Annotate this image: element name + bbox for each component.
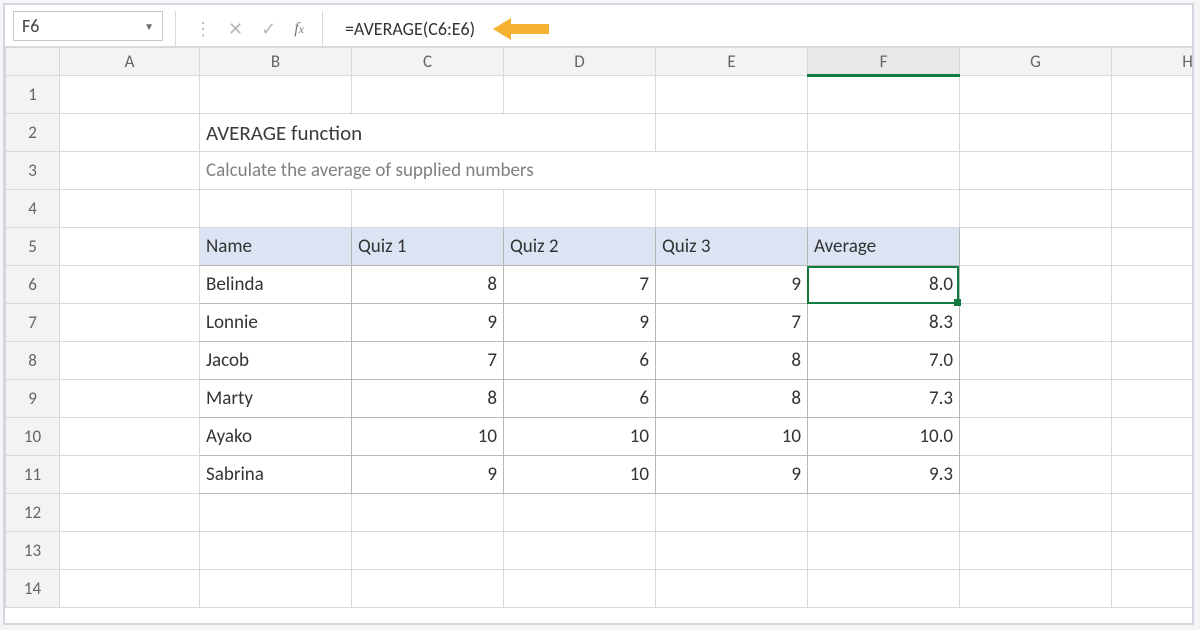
more-icon[interactable]: ⋮ xyxy=(194,18,210,40)
table-header: Quiz 2 xyxy=(504,228,656,266)
table-cell[interactable]: 9.3 xyxy=(808,456,960,494)
table-header: Quiz 3 xyxy=(656,228,808,266)
fx-icon[interactable]: fx xyxy=(294,20,304,38)
table-cell[interactable]: Lonnie xyxy=(200,304,352,342)
table-cell[interactable]: 7 xyxy=(504,266,656,304)
row-header[interactable]: 3 xyxy=(6,152,60,190)
select-all-corner[interactable] xyxy=(6,48,60,76)
row-header[interactable]: 6 xyxy=(6,266,60,304)
table-cell[interactable]: Belinda xyxy=(200,266,352,304)
divider xyxy=(175,11,176,46)
app-frame: F6 ▼ ⋮ ✕ ✓ fx =AVERAGE(C6:E6) xyxy=(3,3,1194,625)
formula-bar: F6 ▼ ⋮ ✕ ✓ fx =AVERAGE(C6:E6) xyxy=(5,5,1192,47)
table-cell[interactable]: 10 xyxy=(656,418,808,456)
table-cell[interactable]: 7 xyxy=(352,342,504,380)
name-box[interactable]: F6 ▼ xyxy=(13,11,163,41)
worksheet[interactable]: A B C D E F G H 1 2 AVERAGE function 3 C… xyxy=(5,47,1192,623)
row-header[interactable]: 14 xyxy=(6,570,60,608)
row-header[interactable]: 12 xyxy=(6,494,60,532)
formula-input[interactable]: =AVERAGE(C6:E6) xyxy=(335,11,549,46)
grid[interactable]: A B C D E F G H 1 2 AVERAGE function 3 C… xyxy=(5,47,1192,608)
col-header-C[interactable]: C xyxy=(352,48,504,76)
table-cell[interactable]: 8 xyxy=(656,380,808,418)
table-cell[interactable]: 9 xyxy=(352,456,504,494)
row-header[interactable]: 10 xyxy=(6,418,60,456)
table-cell[interactable]: 6 xyxy=(504,380,656,418)
row-header[interactable]: 9 xyxy=(6,380,60,418)
table-cell[interactable]: 7.3 xyxy=(808,380,960,418)
table-cell[interactable]: 7.0 xyxy=(808,342,960,380)
table-cell[interactable]: 8.3 xyxy=(808,304,960,342)
row-header[interactable]: 1 xyxy=(6,76,60,114)
page-subtitle: Calculate the average of supplied number… xyxy=(200,152,808,190)
row-header[interactable]: 4 xyxy=(6,190,60,228)
formula-bar-controls: ⋮ ✕ ✓ fx xyxy=(188,11,310,46)
col-header-H[interactable]: H xyxy=(1112,48,1193,76)
table-header: Average xyxy=(808,228,960,266)
col-header-D[interactable]: D xyxy=(504,48,656,76)
table-cell[interactable]: Sabrina xyxy=(200,456,352,494)
row-header[interactable]: 11 xyxy=(6,456,60,494)
table-cell[interactable]: 9 xyxy=(656,456,808,494)
cancel-icon[interactable]: ✕ xyxy=(228,18,243,40)
formula-text: =AVERAGE(C6:E6) xyxy=(345,18,475,40)
table-cell[interactable]: 10 xyxy=(504,418,656,456)
col-header-B[interactable]: B xyxy=(200,48,352,76)
table-cell[interactable]: 9 xyxy=(352,304,504,342)
table-cell[interactable]: 8 xyxy=(656,342,808,380)
col-header-A[interactable]: A xyxy=(60,48,200,76)
col-header-E[interactable]: E xyxy=(656,48,808,76)
table-cell[interactable]: 8 xyxy=(352,380,504,418)
table-cell[interactable]: 9 xyxy=(504,304,656,342)
table-cell[interactable]: 8.0 xyxy=(808,266,960,304)
table-cell[interactable]: 10 xyxy=(352,418,504,456)
callout-arrow-icon xyxy=(493,15,549,43)
name-box-value: F6 xyxy=(22,15,39,37)
table-cell[interactable]: 10 xyxy=(504,456,656,494)
table-cell[interactable]: 7 xyxy=(656,304,808,342)
table-cell[interactable]: Jacob xyxy=(200,342,352,380)
table-cell[interactable]: 9 xyxy=(656,266,808,304)
divider xyxy=(322,11,323,46)
col-header-G[interactable]: G xyxy=(960,48,1112,76)
enter-icon[interactable]: ✓ xyxy=(261,18,276,40)
table-cell[interactable]: Marty xyxy=(200,380,352,418)
table-cell[interactable]: 10.0 xyxy=(808,418,960,456)
row-header[interactable]: 8 xyxy=(6,342,60,380)
column-header-row: A B C D E F G H xyxy=(6,48,1193,76)
row-header[interactable]: 5 xyxy=(6,228,60,266)
col-header-F[interactable]: F xyxy=(808,48,960,76)
row-header[interactable]: 7 xyxy=(6,304,60,342)
table-header: Quiz 1 xyxy=(352,228,504,266)
table-cell[interactable]: 6 xyxy=(504,342,656,380)
table-cell[interactable]: Ayako xyxy=(200,418,352,456)
table-cell[interactable]: 8 xyxy=(352,266,504,304)
row-header[interactable]: 13 xyxy=(6,532,60,570)
row-header[interactable]: 2 xyxy=(6,114,60,152)
table-header: Name xyxy=(200,228,352,266)
name-box-dropdown-icon[interactable]: ▼ xyxy=(144,20,154,33)
page-title: AVERAGE function xyxy=(200,114,656,152)
